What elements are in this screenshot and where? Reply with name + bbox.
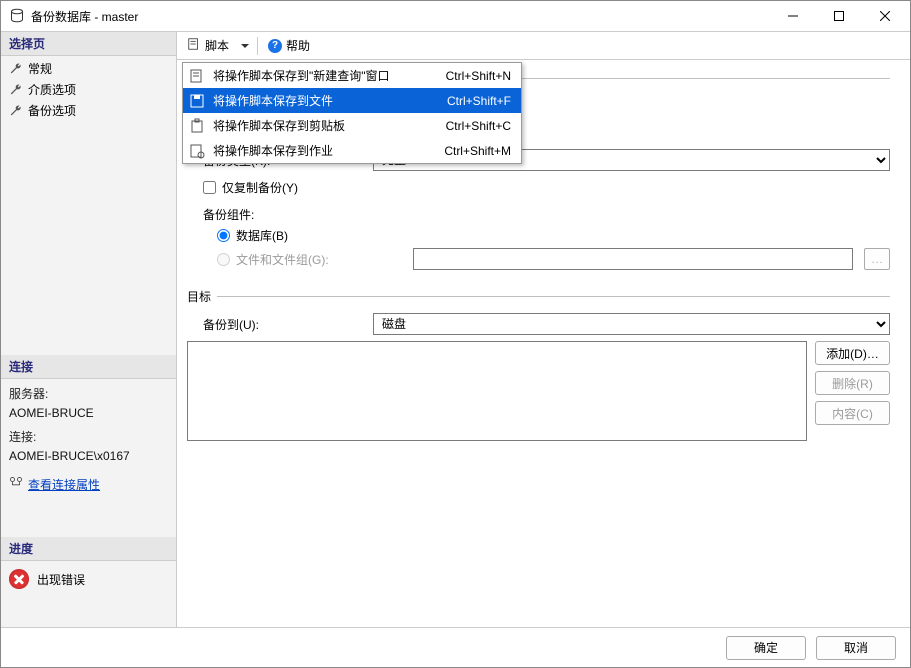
destination-buttons: 添加(D)… 删除(R) 内容(C) <box>815 341 890 425</box>
sidebar: 选择页 常规 介质选项 备份选项 连接 服务器: AOMEI- <box>1 32 177 627</box>
menu-shortcut: Ctrl+Shift+F <box>447 94 511 108</box>
menu-shortcut: Ctrl+Shift+C <box>446 119 511 133</box>
dialog-footer: 确定 取消 <box>1 627 910 667</box>
view-connection-properties-row: 查看连接属性 <box>1 472 176 497</box>
sidebar-item-backup-options[interactable]: 备份选项 <box>1 100 176 121</box>
connection-header: 连接 <box>1 355 176 379</box>
add-destination-button[interactable]: 添加(D)… <box>815 341 890 365</box>
menu-label: 将操作脚本保存到作业 <box>213 142 436 159</box>
files-group-input <box>413 248 853 270</box>
copy-only-checkbox[interactable] <box>203 181 216 194</box>
radio-files-label: 文件和文件组(G): <box>236 251 329 268</box>
help-label: 帮助 <box>286 37 310 54</box>
titlebar: 备份数据库 - master <box>1 1 910 31</box>
cancel-button[interactable]: 取消 <box>816 636 896 660</box>
server-label: 服务器: <box>9 385 168 404</box>
toolbar-separator <box>257 37 258 55</box>
page-list: 常规 介质选项 备份选项 <box>1 56 176 127</box>
menu-shortcut: Ctrl+Shift+M <box>444 144 511 158</box>
minimize-button[interactable] <box>770 1 816 31</box>
connection-icon <box>9 476 23 493</box>
component-header: 备份组件: <box>203 206 890 223</box>
remove-destination-button: 删除(R) <box>815 371 890 395</box>
sidebar-item-label: 介质选项 <box>28 81 76 98</box>
wrench-icon <box>9 104 23 118</box>
dest-group-header: 目标 <box>187 288 890 305</box>
conn-label: 连接: <box>9 428 168 447</box>
menu-item-new-query[interactable]: 将操作脚本保存到"新建查询"窗口 Ctrl+Shift+N <box>183 63 521 88</box>
error-icon <box>9 569 29 589</box>
copy-only-row: 仅复制备份(Y) <box>203 179 890 196</box>
window-controls <box>770 1 908 31</box>
sidebar-item-label: 备份选项 <box>28 102 76 119</box>
server-value: AOMEI-BRUCE <box>9 404 168 423</box>
backup-to-row: 备份到(U): 磁盘 <box>203 313 890 335</box>
backup-database-dialog: 备份数据库 - master 选择页 常规 介质选项 <box>0 0 911 668</box>
progress-header: 进度 <box>1 537 176 561</box>
script-icon <box>187 37 201 54</box>
sidebar-item-label: 常规 <box>28 60 52 77</box>
backup-to-select[interactable]: 磁盘 <box>373 313 890 335</box>
save-file-icon <box>189 93 205 109</box>
menu-label: 将操作脚本保存到剪贴板 <box>213 117 438 134</box>
contents-button: 内容(C) <box>815 401 890 425</box>
radio-files <box>217 253 230 266</box>
connection-info: 服务器: AOMEI-BRUCE 连接: AOMEI-BRUCE\x0167 <box>1 379 176 472</box>
dest-group-label: 目标 <box>187 288 211 305</box>
menu-item-clipboard[interactable]: 将操作脚本保存到剪贴板 Ctrl+Shift+C <box>183 113 521 138</box>
progress-text: 出现错误 <box>37 571 85 588</box>
script-button[interactable]: 脚本 <box>181 34 235 57</box>
menu-label: 将操作脚本保存到"新建查询"窗口 <box>213 67 438 84</box>
wrench-icon <box>9 62 23 76</box>
pages-header: 选择页 <box>1 32 176 56</box>
help-icon: ? <box>268 39 282 53</box>
wrench-icon <box>9 83 23 97</box>
radio-database-row: 数据库(B) <box>217 227 890 244</box>
files-browse-button: … <box>864 248 890 270</box>
destination-listbox[interactable] <box>187 341 807 441</box>
radio-database-label: 数据库(B) <box>236 227 288 244</box>
script-dropdown-toggle[interactable] <box>237 35 253 57</box>
progress-body: 出现错误 <box>1 561 176 597</box>
script-label: 脚本 <box>205 37 229 54</box>
sidebar-item-general[interactable]: 常规 <box>1 58 176 79</box>
new-query-icon <box>189 68 205 84</box>
maximize-button[interactable] <box>816 1 862 31</box>
destination-area: 添加(D)… 删除(R) 内容(C) <box>187 341 890 441</box>
menu-item-job[interactable]: 将操作脚本保存到作业 Ctrl+Shift+M <box>183 138 521 163</box>
script-dropdown-menu: 将操作脚本保存到"新建查询"窗口 Ctrl+Shift+N 将操作脚本保存到文件… <box>182 62 522 164</box>
toolbar: 脚本 ? 帮助 <box>177 32 910 60</box>
window-title: 备份数据库 - master <box>31 8 770 25</box>
copy-only-label: 仅复制备份(Y) <box>222 179 298 196</box>
close-button[interactable] <box>862 1 908 31</box>
radio-database[interactable] <box>217 229 230 242</box>
menu-item-save-file[interactable]: 将操作脚本保存到文件 Ctrl+Shift+F <box>183 88 521 113</box>
ok-button[interactable]: 确定 <box>726 636 806 660</box>
clipboard-icon <box>189 118 205 134</box>
conn-value: AOMEI-BRUCE\x0167 <box>9 447 168 466</box>
job-icon <box>189 143 205 159</box>
help-button[interactable]: ? 帮助 <box>262 34 316 57</box>
sidebar-item-media-options[interactable]: 介质选项 <box>1 79 176 100</box>
radio-files-row: 文件和文件组(G): … <box>217 248 890 270</box>
view-connection-properties-link[interactable]: 查看连接属性 <box>28 476 100 493</box>
backup-to-label: 备份到(U): <box>203 316 373 333</box>
database-icon <box>9 8 25 24</box>
menu-shortcut: Ctrl+Shift+N <box>446 69 511 83</box>
menu-label: 将操作脚本保存到文件 <box>213 92 439 109</box>
